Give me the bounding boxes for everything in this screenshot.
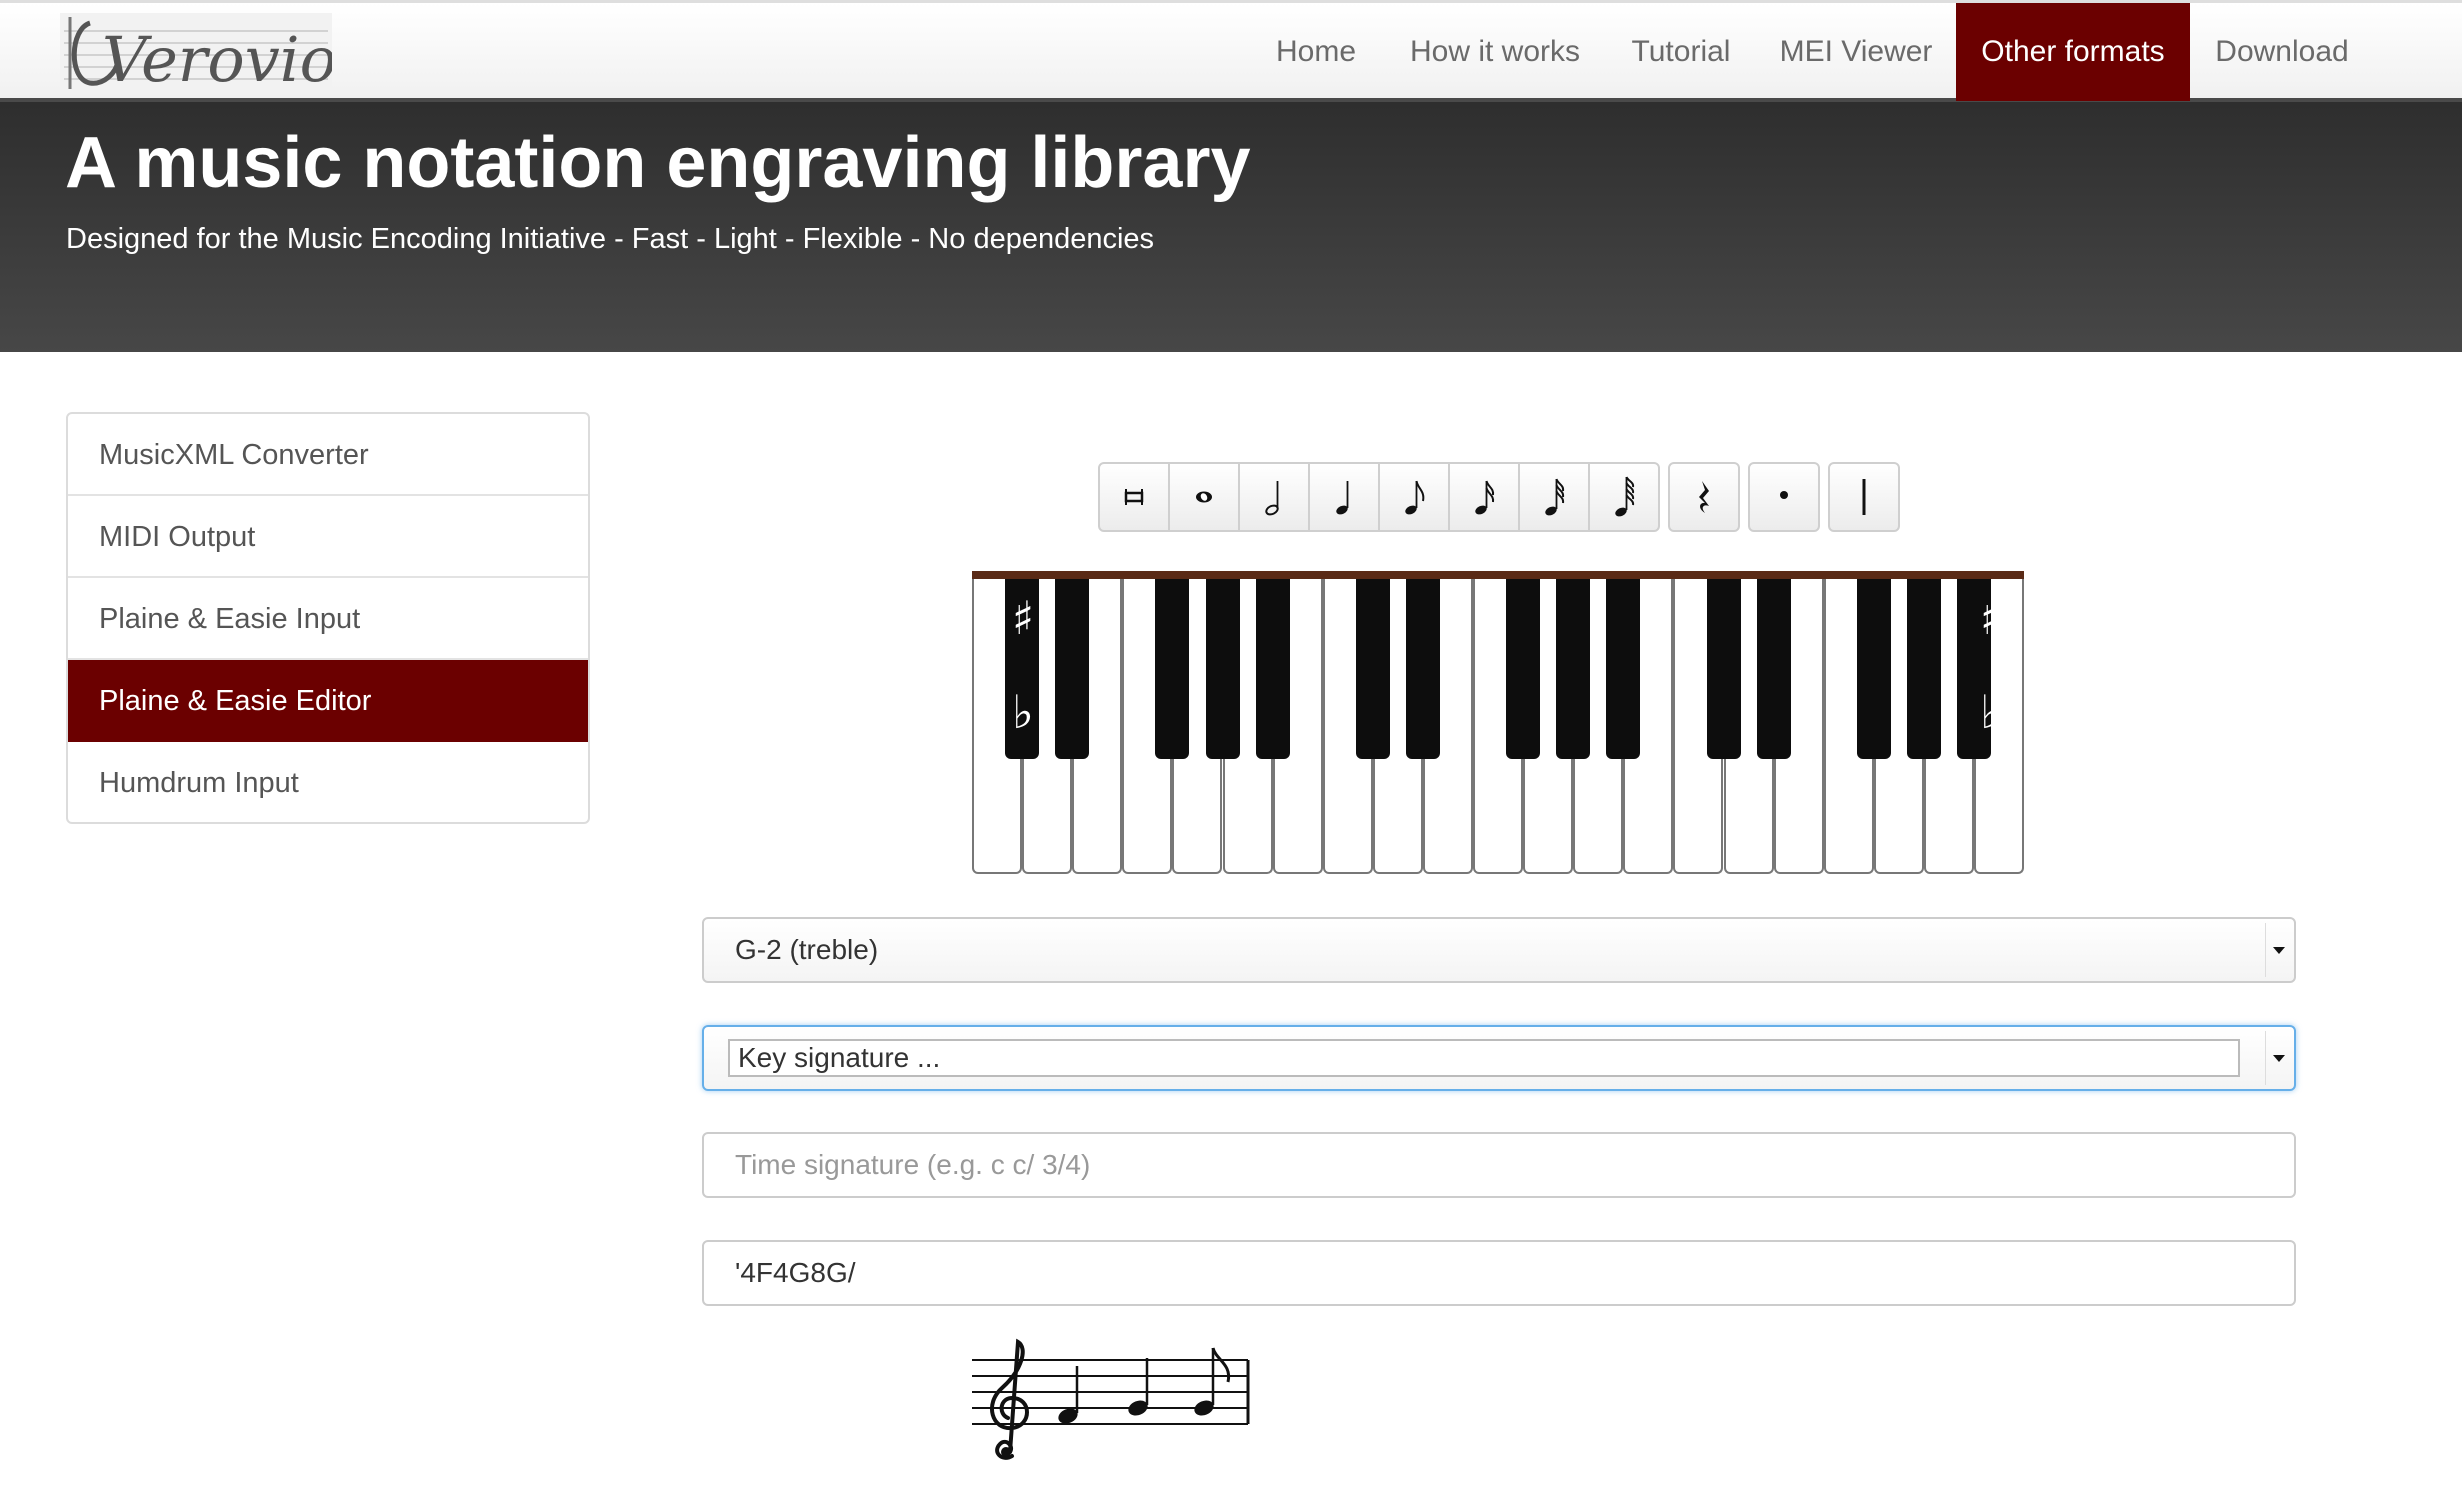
nav-home[interactable]: Home <box>1258 3 1374 101</box>
eighth-note-icon <box>1405 480 1425 515</box>
sixty-fourth-note-icon <box>1615 476 1635 517</box>
key-signature-select[interactable]: Key signature ... <box>702 1025 2296 1091</box>
verovio-logo[interactable]: Verovio <box>60 9 332 95</box>
data-input[interactable]: '4F4G8G/ <box>702 1240 2296 1306</box>
breve-button[interactable] <box>1098 462 1170 532</box>
nav-other-formats[interactable]: Other formats <box>1956 3 2190 101</box>
piano-black-key[interactable] <box>1556 579 1591 759</box>
note-g-quarter <box>1128 1358 1149 1416</box>
piano-black-key[interactable] <box>1005 579 1040 759</box>
clef-select[interactable]: G-2 (treble) <box>702 917 2296 983</box>
svg-text:Verovio: Verovio <box>102 23 332 95</box>
sidebar-item-humdrum-input[interactable]: Humdrum Input <box>68 742 588 822</box>
rendered-notation <box>972 1338 1250 1460</box>
rest-icon <box>1699 481 1709 513</box>
whole-note-button[interactable] <box>1168 462 1240 532</box>
piano-black-key[interactable] <box>1957 579 1991 759</box>
rest-button[interactable] <box>1668 462 1740 532</box>
piano-black-key[interactable] <box>1255 579 1290 759</box>
nav-tutorial[interactable]: Tutorial <box>1614 3 1748 101</box>
eighth-note-button[interactable] <box>1378 462 1450 532</box>
data-input-value: '4F4G8G/ <box>735 1257 856 1288</box>
piano-black-key[interactable] <box>1506 579 1541 759</box>
sidebar-item-midi-output[interactable]: MIDI Output <box>68 496 588 578</box>
time-signature-input[interactable]: Time signature (e.g. c c/ 3/4) <box>702 1132 2296 1198</box>
sixteenth-note-button[interactable] <box>1448 462 1520 532</box>
sixty-fourth-note-button[interactable] <box>1588 462 1660 532</box>
thirty-second-note-button[interactable] <box>1518 462 1590 532</box>
sixteenth-note-icon <box>1475 480 1495 515</box>
piano-black-key[interactable] <box>1906 579 1941 759</box>
time-signature-placeholder: Time signature (e.g. c c/ 3/4) <box>735 1149 1091 1180</box>
breve-icon <box>1124 489 1144 505</box>
dot-button[interactable] <box>1748 462 1820 532</box>
piano-black-key[interactable] <box>1055 579 1090 759</box>
page-title: A music notation engraving library <box>65 123 1251 203</box>
nav-mei-viewer[interactable]: MEI Viewer <box>1774 3 1938 101</box>
nav-download[interactable]: Download <box>2204 3 2360 101</box>
quarter-note-button[interactable] <box>1308 462 1380 532</box>
piano-black-key[interactable] <box>1155 579 1190 759</box>
sidebar-menu: MusicXML Converter MIDI Output Plaine & … <box>66 412 590 824</box>
barline-button[interactable] <box>1828 462 1900 532</box>
half-note-button[interactable] <box>1238 462 1310 532</box>
piano-black-key[interactable] <box>1205 579 1240 759</box>
top-navbar: Verovio Home How it works Tutorial MEI V… <box>0 0 2462 102</box>
clef-tail <box>1001 1447 1011 1457</box>
piano-black-key[interactable] <box>1405 579 1440 759</box>
piano-black-key[interactable] <box>1606 579 1641 759</box>
page-subtitle: Designed for the Music Encoding Initiati… <box>66 223 1155 255</box>
dot-icon <box>1780 491 1788 499</box>
key-signature-combobox[interactable]: Key signature ... <box>728 1039 2240 1077</box>
sidebar-item-plaine-easie-input[interactable]: Plaine & Easie Input <box>68 578 588 660</box>
whole-note-icon <box>1196 491 1212 503</box>
sidebar-item-musicxml-converter[interactable]: MusicXML Converter <box>68 414 588 496</box>
key-signature-value: Key signature ... <box>738 1042 941 1073</box>
piano-black-key[interactable] <box>1706 579 1741 759</box>
nav-how-it-works[interactable]: How it works <box>1400 3 1590 101</box>
piano-black-key[interactable] <box>1355 579 1390 759</box>
half-note-icon <box>1265 481 1279 516</box>
clef-select-value: G-2 (treble) <box>735 934 879 965</box>
piano-black-key[interactable] <box>1856 579 1891 759</box>
piano-black-key[interactable] <box>1756 579 1791 759</box>
thirty-second-note-icon <box>1545 478 1565 516</box>
chevron-down-icon[interactable] <box>2265 1031 2292 1085</box>
quarter-note-icon <box>1336 481 1349 515</box>
piano-keyboard: ♯ ♭ ♯ ♭ <box>972 571 2024 874</box>
sidebar-item-plaine-easie-editor[interactable]: Plaine & Easie Editor <box>68 660 588 742</box>
barline-icon <box>1862 479 1866 515</box>
hero-banner: A music notation engraving library Desig… <box>0 102 2462 352</box>
chevron-down-icon[interactable] <box>2265 923 2292 977</box>
